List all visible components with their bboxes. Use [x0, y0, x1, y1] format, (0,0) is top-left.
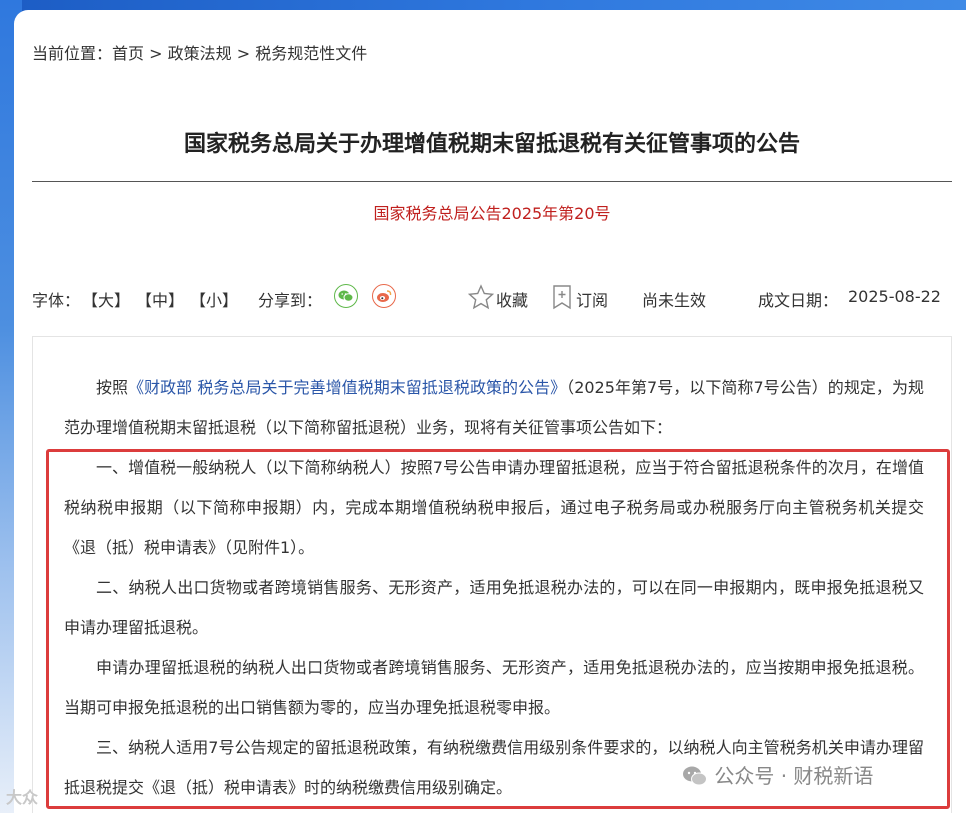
effective-status: 尚未生效 — [642, 291, 707, 310]
favorite-button[interactable]: 收藏 — [496, 287, 528, 311]
breadcrumb-normative-link[interactable]: 税务规范性文件 — [255, 44, 367, 63]
font-medium-button[interactable]: 【中】 — [136, 287, 184, 311]
wechat-watermark-icon — [683, 766, 707, 786]
wechat-account-watermark: 公众号 · 财税新语 — [682, 760, 873, 789]
watermark-text: 公众号 · 财税新语 — [714, 764, 874, 788]
breadcrumb-prefix: 当前位置： — [32, 44, 113, 63]
font-size-label: 字体： — [32, 291, 81, 310]
page-title: 国家税务总局关于办理增值税期末留抵退税有关征管事项的公告 — [183, 132, 800, 157]
breadcrumb-separator: > — [144, 44, 168, 63]
wechat-icon[interactable] — [334, 284, 358, 308]
breadcrumb: 当前位置：首页 > 政策法规 > 税务规范性文件 — [32, 40, 367, 64]
subscribe-button[interactable]: 订阅 — [576, 287, 608, 311]
breadcrumb-home-link[interactable]: 首页 — [112, 44, 144, 63]
share-label: 分享到： — [258, 291, 323, 310]
font-small-button[interactable]: 【小】 — [190, 287, 238, 311]
corner-watermark: 大众 — [6, 784, 38, 808]
corner-watermark-text: 大众 — [6, 788, 39, 807]
issue-date-label: 成文日期： — [758, 291, 839, 310]
paragraph-intro: 按照《财政部 税务总局关于完善增值税期末留抵退税政策的公告》（2025年第7号，… — [64, 368, 924, 448]
paragraph-article-2: 二、纳税人出口货物或者跨境销售服务、无形资产，适用免抵退税办法的，可以在同一申报… — [64, 578, 924, 637]
star-icon[interactable] — [467, 284, 495, 314]
font-large-button[interactable]: 【大】 — [82, 287, 130, 311]
breadcrumb-policy-link[interactable]: 政策法规 — [168, 44, 232, 63]
referenced-notice-link[interactable]: 《财政部 税务总局关于完善增值税期末留抵退税政策的公告》 — [128, 378, 566, 397]
document-number: 国家税务总局公告2025年第20号 — [373, 204, 611, 223]
paragraph-article-2-detail: 申请办理留抵退税的纳税人出口货物或者跨境销售服务、无形资产，适用免抵退税办法的，… — [64, 658, 924, 717]
issue-date-value: 2025-08-22 — [848, 287, 941, 306]
title-divider — [32, 181, 952, 182]
article-toolbar: 字体： 【大】 【中】 【小】 分享到： 收藏 订阅 尚未生效 成文日期： 20… — [32, 284, 952, 310]
paragraph-article-1: 一、增值税一般纳税人（以下简称纳税人）按照7号公告申请办理留抵退税，应当于符合留… — [64, 458, 924, 557]
breadcrumb-separator: > — [231, 44, 256, 63]
bookmark-plus-icon[interactable] — [550, 284, 574, 314]
weibo-icon[interactable] — [372, 284, 396, 308]
intro-text-before: 按照 — [96, 378, 129, 397]
